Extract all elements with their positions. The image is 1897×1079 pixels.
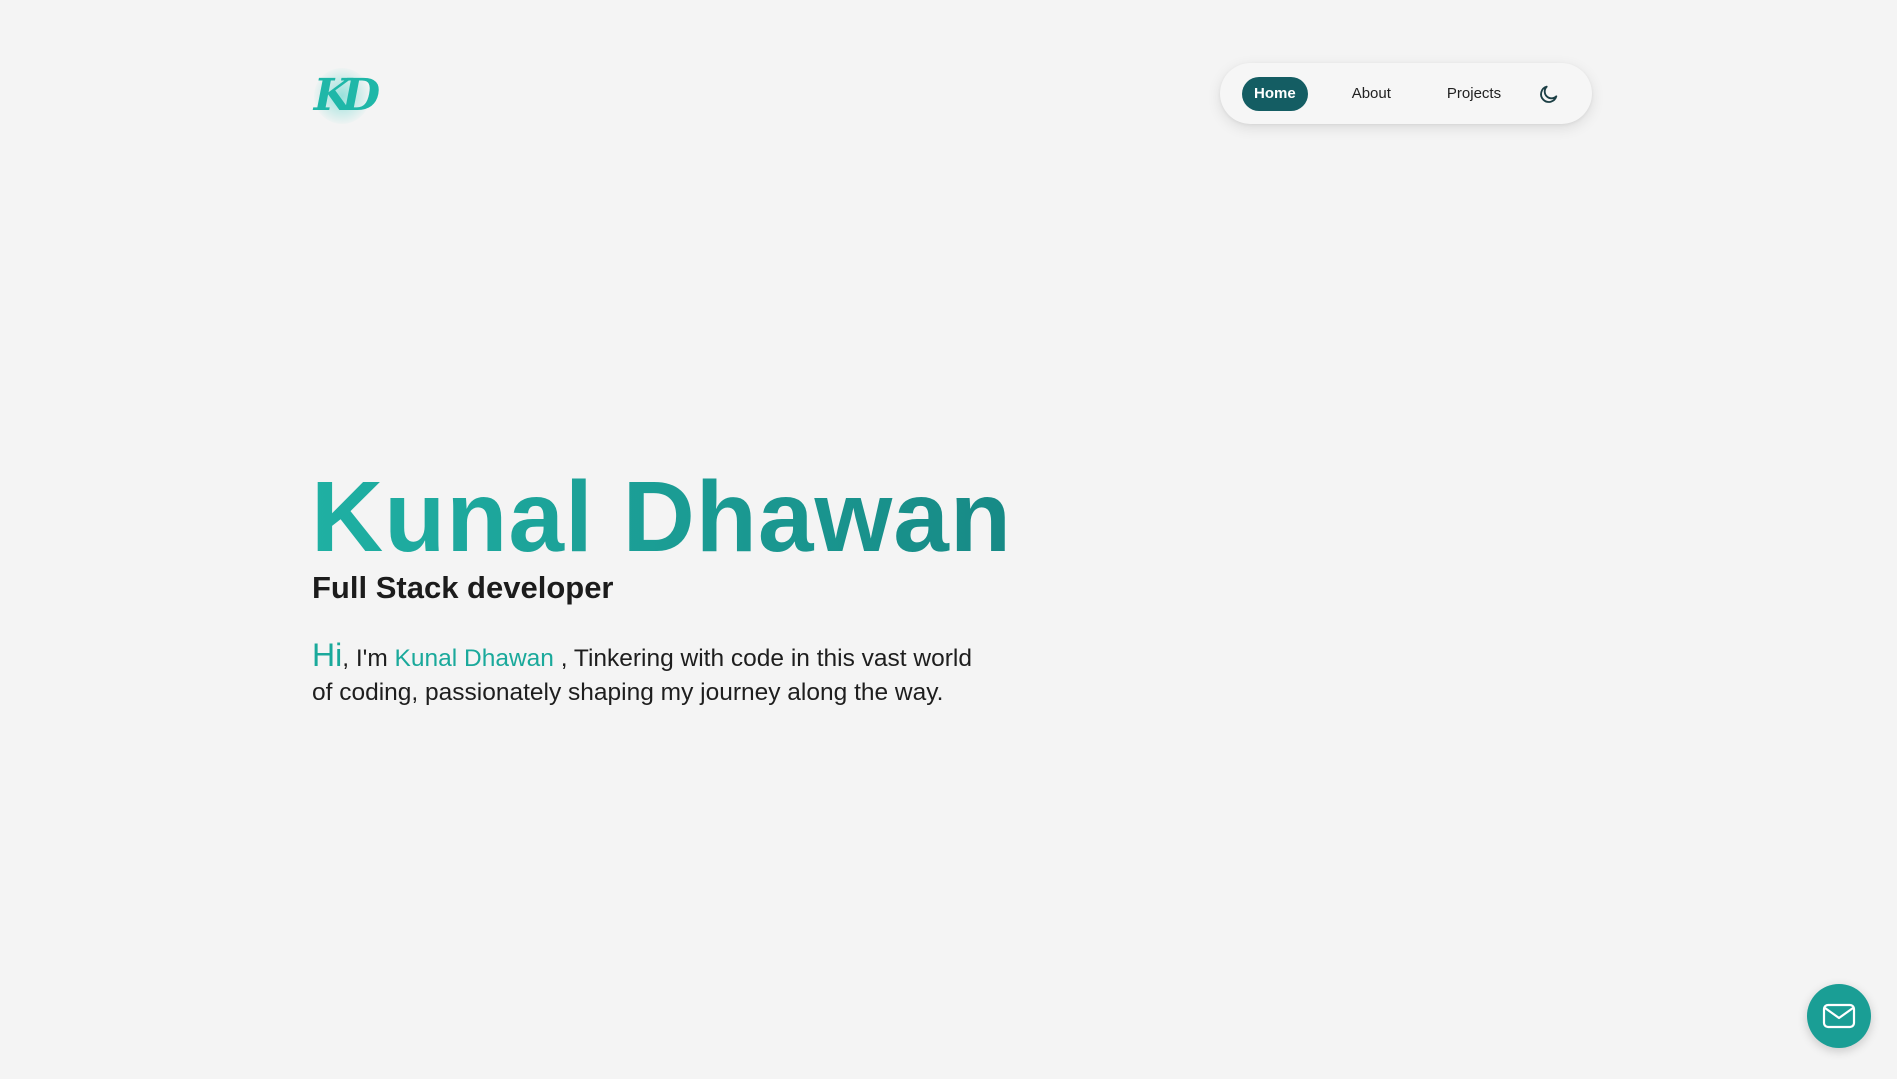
page: KD Home About Projects Kunal Dhawan Full… [0, 0, 1897, 1079]
intro-prefix: , I'm [342, 645, 395, 672]
mail-button[interactable] [1807, 984, 1871, 1048]
intro-name: Kunal Dhawan [394, 645, 554, 672]
main-nav: Home About Projects [1220, 63, 1592, 124]
nav-projects[interactable]: Projects [1435, 77, 1513, 111]
intro-greeting: Hi [312, 637, 343, 673]
hero-subtitle: Full Stack developer [312, 570, 614, 605]
nav-home[interactable]: Home [1242, 76, 1308, 111]
theme-toggle-button[interactable] [1531, 76, 1567, 112]
hero-title: Kunal Dhawan [311, 461, 1012, 573]
intro-line1: , Tinkering with code in this vast world [553, 645, 972, 672]
site-logo[interactable]: KD [306, 62, 380, 128]
moon-icon [1540, 85, 1558, 103]
nav-about[interactable]: About [1340, 77, 1403, 111]
logo-monogram: KD [313, 69, 380, 121]
mail-icon [1822, 1003, 1856, 1029]
intro-paragraph: Hi, I'm Kunal Dhawan , Tinkering with co… [312, 638, 1092, 710]
intro-line2: of coding, passionately shaping my journ… [312, 679, 944, 706]
